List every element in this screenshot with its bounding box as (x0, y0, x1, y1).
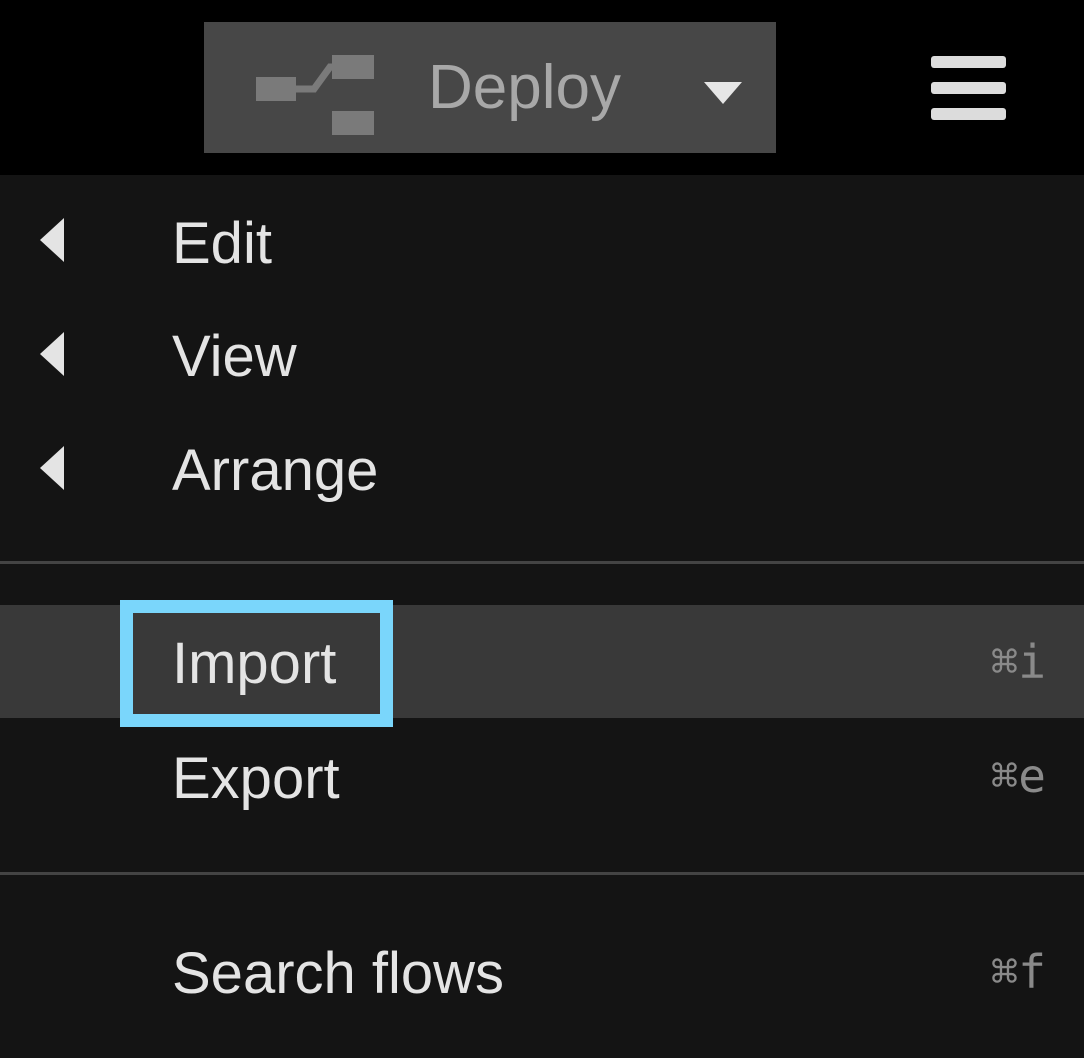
menu-item-label: Search flows (172, 941, 505, 1006)
menu-divider (0, 872, 1084, 875)
caret-down-icon[interactable] (704, 82, 742, 104)
menu-item-label: Arrange (172, 438, 379, 503)
menu-divider (0, 561, 1084, 564)
menu-item-edit[interactable]: Edit (0, 183, 1084, 297)
shortcut-label: ⌘i (990, 635, 1046, 689)
hamburger-menu-icon[interactable] (918, 44, 1018, 134)
menu-item-import[interactable]: Import ⌘i (0, 605, 1084, 718)
header-toolbar: Deploy (0, 0, 1084, 175)
menu-item-label: Import (172, 631, 337, 696)
deploy-button[interactable]: Deploy (204, 22, 776, 153)
menu-item-search-flows[interactable]: Search flows ⌘f (0, 915, 1084, 1029)
menu-bar-line (931, 82, 1006, 94)
menu-bar-line (931, 108, 1006, 120)
main-menu-dropdown: Edit View Arrange Import ⌘i Export ⌘e Se… (0, 175, 1084, 1058)
deploy-flow-icon (256, 55, 374, 135)
shortcut-label: ⌘e (990, 749, 1046, 803)
chevron-left-icon (40, 446, 64, 490)
menu-bar-line (931, 56, 1006, 68)
menu-item-label: Edit (172, 211, 272, 276)
chevron-left-icon (40, 218, 64, 262)
shortcut-label: ⌘f (990, 945, 1046, 999)
deploy-label: Deploy (428, 53, 621, 122)
menu-item-export[interactable]: Export ⌘e (0, 718, 1084, 831)
menu-item-view[interactable]: View (0, 297, 1084, 411)
menu-item-label: View (172, 324, 297, 389)
menu-item-label: Export (172, 746, 340, 811)
menu-item-arrange[interactable]: Arrange (0, 411, 1084, 525)
chevron-left-icon (40, 332, 64, 376)
